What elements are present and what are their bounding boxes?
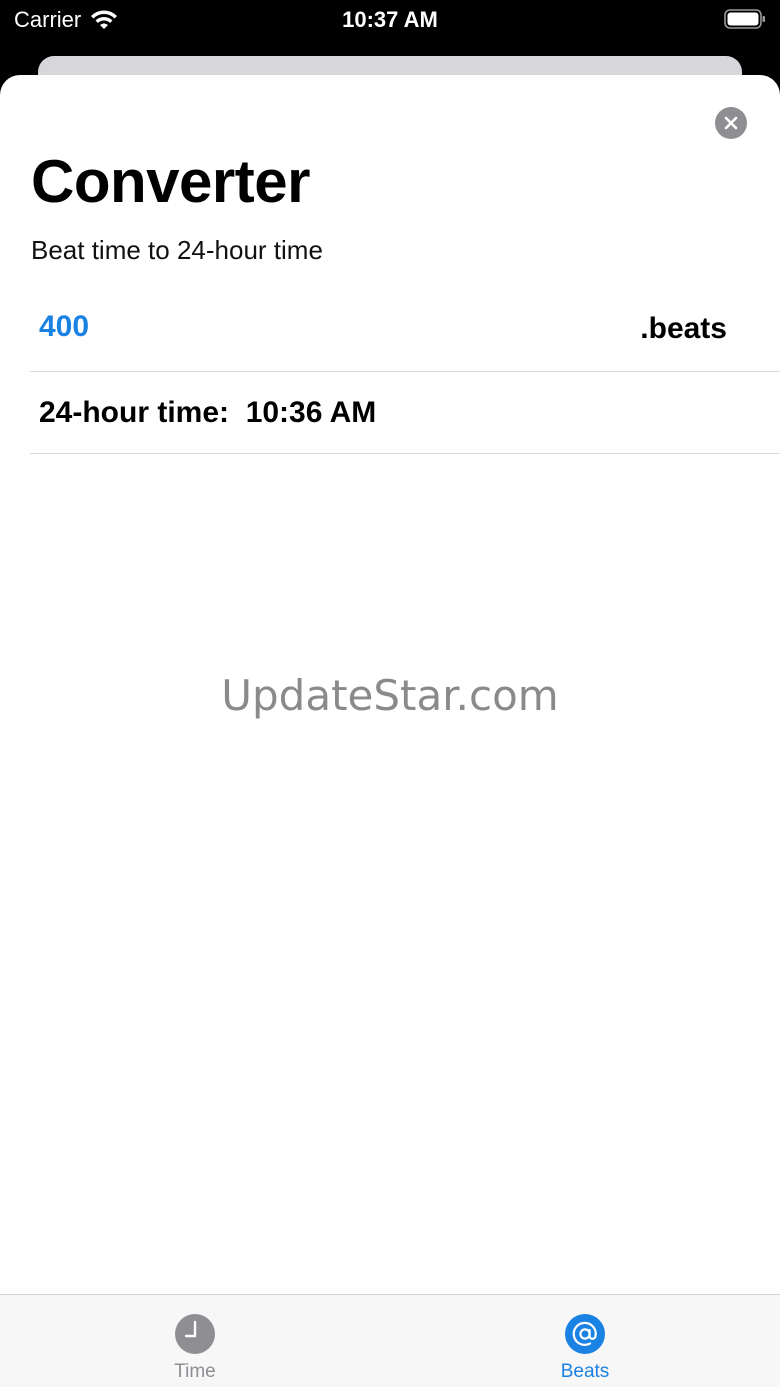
status-time: 10:37 AM — [342, 7, 438, 32]
tab-bar: Time Beats — [0, 1294, 780, 1387]
clock-icon — [175, 1314, 215, 1354]
close-icon — [724, 116, 738, 130]
beats-row: .beats — [30, 290, 780, 372]
close-button[interactable] — [715, 107, 747, 139]
tab-time[interactable]: Time — [0, 1295, 390, 1387]
page-title: Converter — [31, 148, 310, 215]
time-result-label: 24-hour time: 10:36 AM — [39, 396, 377, 429]
beats-input[interactable] — [39, 310, 439, 344]
tab-time-label: Time — [174, 1361, 216, 1382]
tab-beats-label: Beats — [560, 1361, 610, 1382]
page-subtitle: Beat time to 24-hour time — [31, 235, 323, 265]
status-bar: Carrier 10:37 AM — [0, 0, 780, 40]
beats-unit-label: .beats — [640, 312, 727, 345]
at-sign-icon — [565, 1314, 605, 1354]
screen: Carrier 10:37 AM Converter Beat time to … — [0, 0, 780, 1387]
tab-beats[interactable]: Beats — [390, 1295, 780, 1387]
converter-sheet: Converter Beat time to 24-hour time .bea… — [0, 75, 780, 1387]
battery-icon — [724, 9, 765, 29]
watermark: UpdateStar.com — [221, 671, 559, 720]
time-row: 24-hour time: 10:36 AM — [30, 372, 780, 454]
